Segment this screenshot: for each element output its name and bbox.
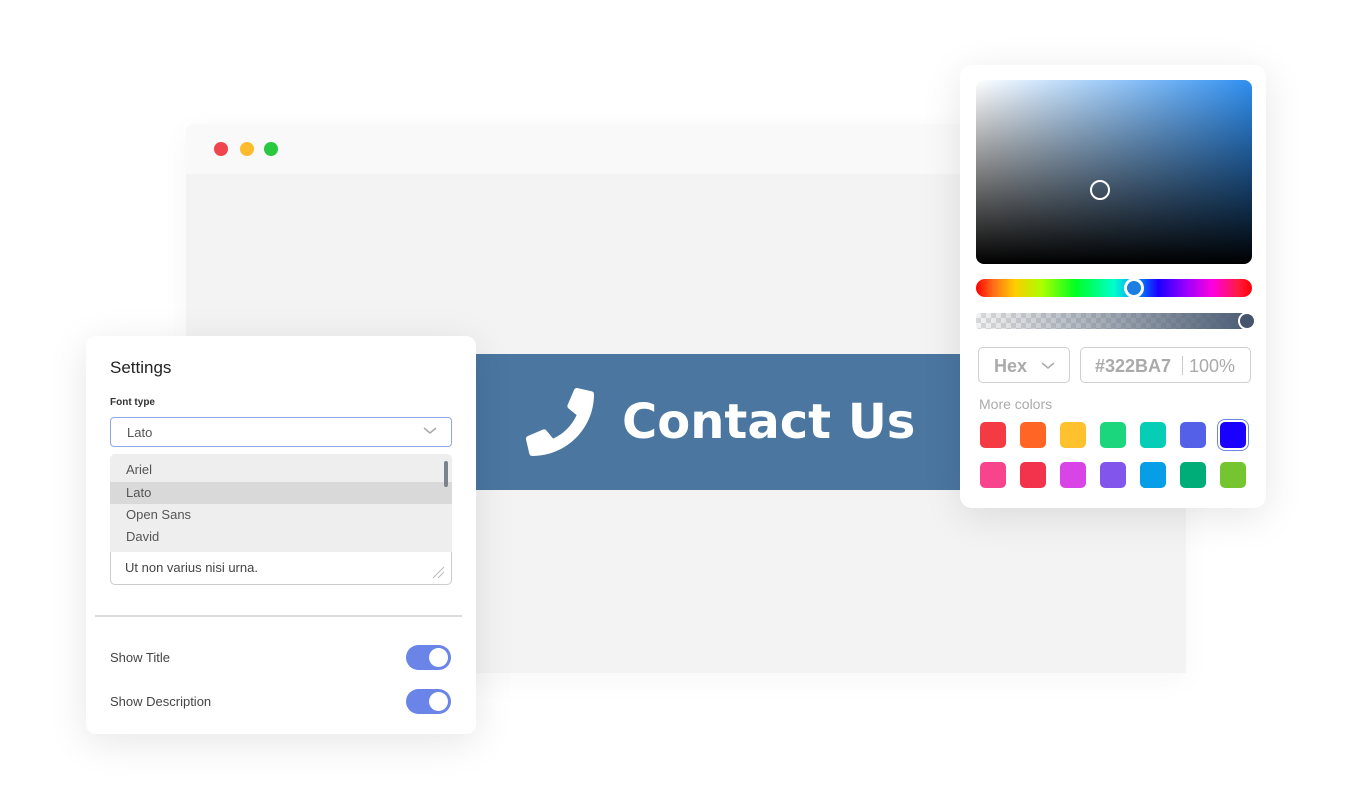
color-swatch[interactable]	[980, 462, 1006, 488]
color-swatch[interactable]	[1060, 462, 1086, 488]
font-type-value: Lato	[127, 425, 153, 440]
phone-icon	[526, 388, 594, 456]
hex-separator	[1182, 356, 1183, 375]
dropdown-scrollbar[interactable]	[444, 461, 448, 487]
contact-us-button[interactable]: Contact Us	[476, 354, 976, 490]
toggle-knob	[429, 692, 448, 711]
color-swatch[interactable]	[1060, 422, 1086, 448]
chevron-down-icon	[1041, 362, 1055, 369]
hex-value: #322BA7	[1095, 356, 1172, 376]
color-swatch[interactable]	[980, 422, 1006, 448]
saturation-handle[interactable]	[1090, 180, 1110, 200]
chevron-down-icon	[423, 427, 437, 434]
contact-us-label: Contact Us	[622, 394, 916, 450]
color-swatch[interactable]	[1180, 462, 1206, 488]
window-close-button[interactable]	[214, 142, 228, 156]
show-title-label: Show Title	[110, 650, 170, 665]
color-swatch[interactable]	[1100, 462, 1126, 488]
color-swatch[interactable]	[1220, 422, 1246, 448]
color-swatch[interactable]	[1100, 422, 1126, 448]
description-textarea[interactable]: Ut non varius nisi urna.	[110, 552, 452, 585]
alpha-handle[interactable]	[1238, 312, 1256, 330]
divider	[95, 615, 462, 617]
stage: Contact Us Settings Font type Lato Ariel…	[0, 0, 1370, 800]
hue-slider[interactable]	[976, 278, 1252, 298]
color-picker: Hex #322BA7 100% More colors	[960, 65, 1266, 508]
color-format-select[interactable]: Hex	[978, 347, 1070, 383]
font-option-open-sans[interactable]: Open Sans	[110, 504, 452, 526]
toggle-knob	[429, 648, 448, 667]
color-swatch[interactable]	[1180, 422, 1206, 448]
font-option-lato[interactable]: Lato	[110, 482, 452, 504]
settings-panel: Settings Font type Lato Ariel Lato Open …	[86, 336, 476, 734]
saturation-value-area[interactable]	[976, 80, 1252, 264]
window-minimize-button[interactable]	[240, 142, 254, 156]
show-description-toggle[interactable]	[406, 689, 451, 714]
settings-title: Settings	[110, 358, 172, 377]
color-swatch[interactable]	[1140, 422, 1166, 448]
alpha-slider[interactable]	[976, 312, 1256, 330]
font-type-label: Font type	[110, 397, 155, 408]
font-option-david[interactable]: David	[110, 526, 452, 548]
color-format-value: Hex	[994, 356, 1028, 376]
window-maximize-button[interactable]	[264, 142, 278, 156]
color-swatch[interactable]	[1020, 422, 1046, 448]
color-swatch[interactable]	[1020, 462, 1046, 488]
font-option-ariel[interactable]: Ariel	[110, 459, 452, 481]
show-description-label: Show Description	[110, 694, 212, 709]
more-colors-label: More colors	[979, 396, 1053, 412]
font-type-select[interactable]: Lato	[110, 417, 452, 447]
resize-grip-icon[interactable]	[431, 565, 445, 579]
show-title-toggle[interactable]	[406, 645, 451, 670]
hex-input[interactable]: #322BA7 100%	[1080, 347, 1251, 383]
color-swatch[interactable]	[1220, 462, 1246, 488]
font-type-dropdown: Ariel Lato Open Sans David	[110, 454, 452, 552]
color-swatch[interactable]	[1140, 462, 1166, 488]
opacity-value: 100%	[1189, 356, 1236, 376]
hue-handle[interactable]	[1124, 278, 1144, 298]
description-text: Ut non varius nisi urna.	[125, 560, 258, 575]
